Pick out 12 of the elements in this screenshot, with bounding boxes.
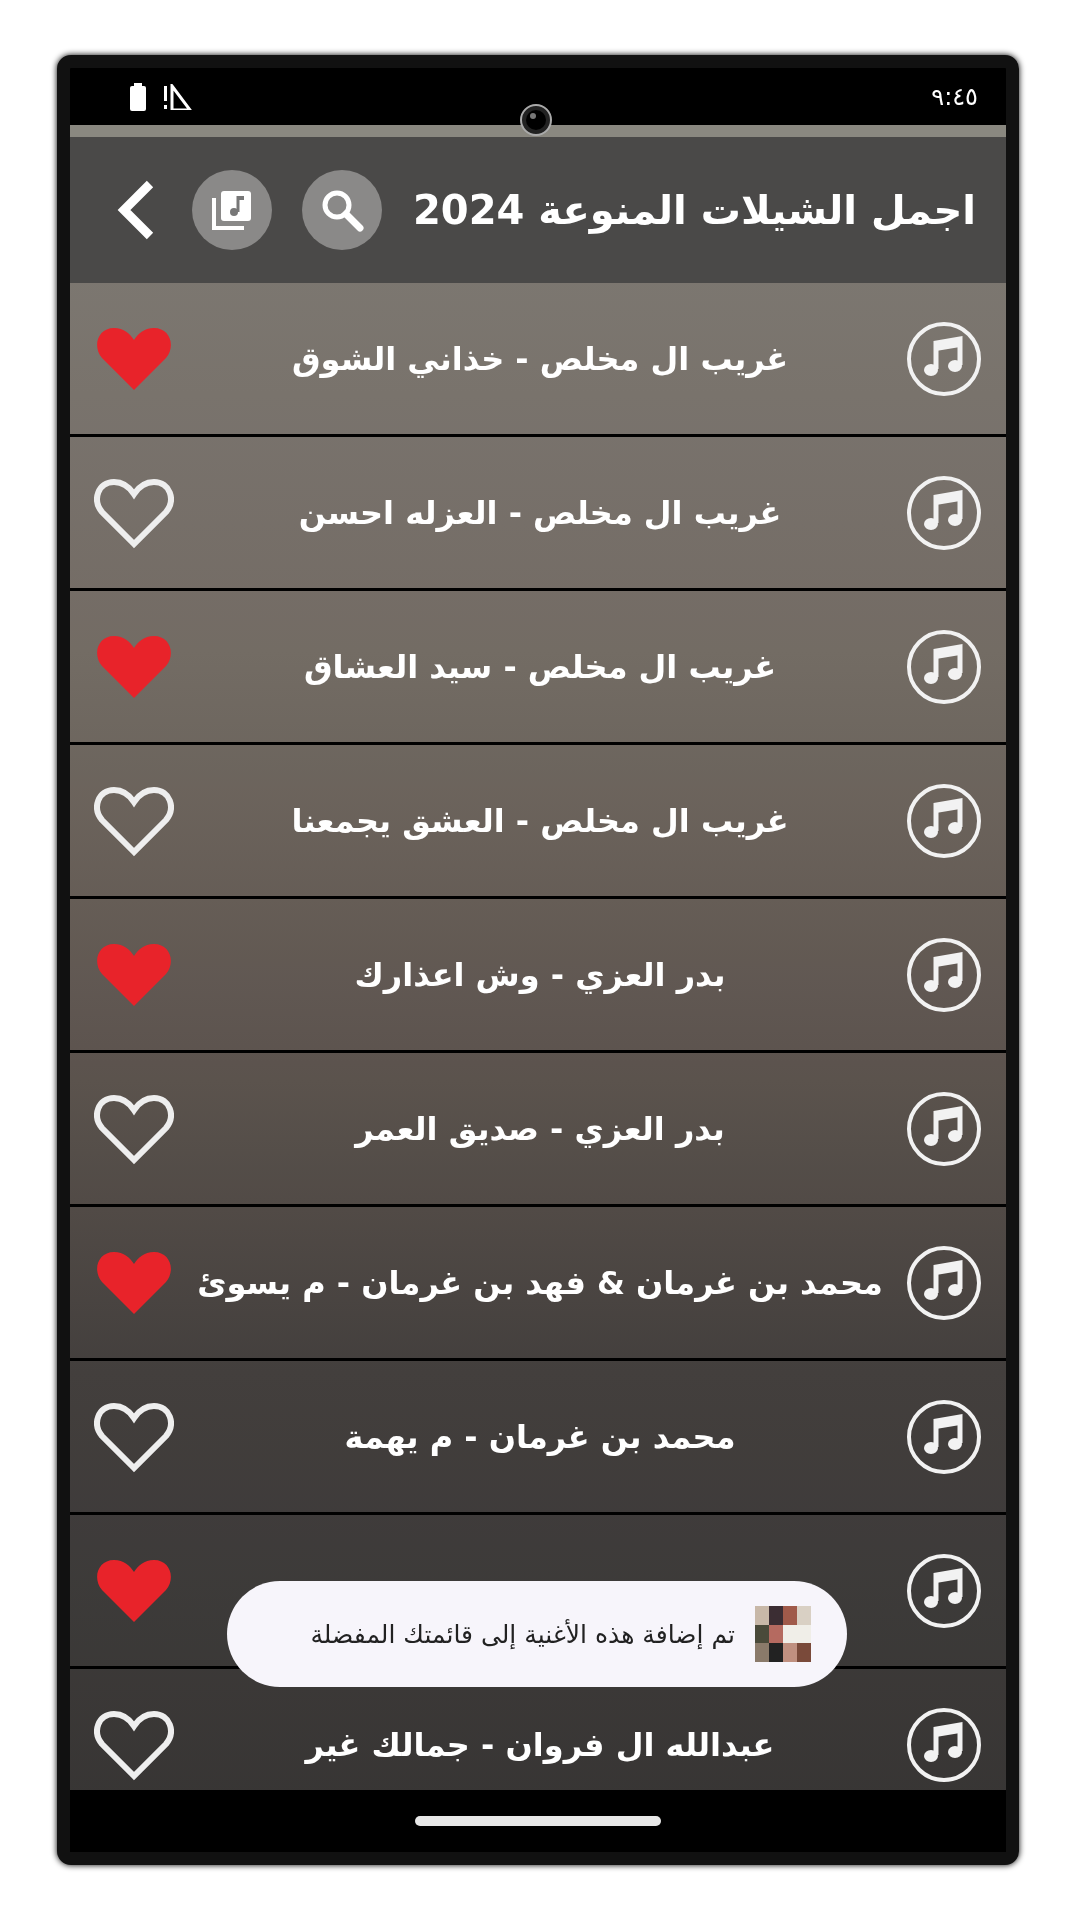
- status-time: ٩:٤٥: [931, 82, 978, 111]
- song-title: غريب ال مخلص - خذاني الشوق: [290, 339, 790, 378]
- song-title: غريب ال مخلص - العشق يجمعنا: [290, 801, 790, 840]
- app-title: اجمل الشيلات المنوعة 2024: [412, 187, 976, 233]
- song-title: غريب ال مخلص - سيد العشاق: [302, 647, 778, 686]
- song-title: محمد بن غرمان & فهد بن غرمان - م يسوئ: [196, 1263, 884, 1302]
- song-title: بدر العزي - صديق العمر: [353, 1109, 726, 1148]
- song-title: غريب ال مخلص - العزله احسن: [297, 493, 783, 532]
- song-title: محمد بن غرمان - م يهمة: [343, 1417, 737, 1456]
- toast-message: تم إضافة هذه الأغنية إلى قائمتك المفضلة: [309, 1619, 735, 1649]
- song-title: عبدالله ال فروان - جمالك غير: [303, 1725, 776, 1764]
- song-title: بدر العزي - وش اعذارك: [353, 955, 727, 994]
